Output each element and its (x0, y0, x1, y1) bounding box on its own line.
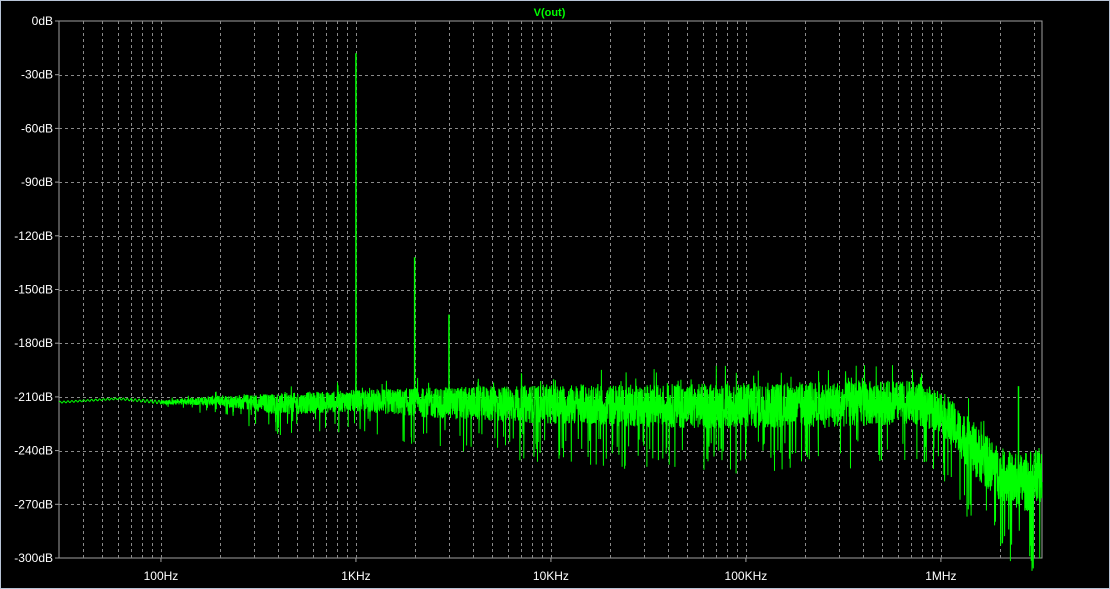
plot-area[interactable] (58, 20, 1043, 559)
x-tick-label: 10KHz (533, 569, 569, 583)
x-tick-label: 100Hz (144, 569, 179, 583)
y-tick-label: -270dB (14, 497, 53, 511)
y-tick-label: -150dB (14, 283, 53, 297)
y-tick-label: 0dB (32, 14, 53, 28)
x-tick-label: 1MHz (925, 569, 956, 583)
x-tick-label: 100KHz (725, 569, 768, 583)
y-tick-label: -30dB (21, 68, 53, 82)
x-tick-label: 1KHz (341, 569, 370, 583)
fft-chart[interactable]: 0dB -30dB -60dB -90dB -120dB -150dB -180dB -210… (1, 1, 1109, 588)
y-tick-label: -240dB (14, 444, 53, 458)
y-tick-label: -180dB (14, 336, 53, 350)
y-tick-label: -300dB (14, 551, 53, 565)
chart-title[interactable]: V(out) (534, 7, 566, 19)
y-tick-label: -120dB (14, 229, 53, 243)
y-tick-label: -210dB (14, 390, 53, 404)
y-tick-label: -60dB (21, 121, 53, 135)
plot-window: 0dB -30dB -60dB -90dB -120dB -150dB -180dB -210… (0, 0, 1110, 589)
y-tick-label: -90dB (21, 175, 53, 189)
